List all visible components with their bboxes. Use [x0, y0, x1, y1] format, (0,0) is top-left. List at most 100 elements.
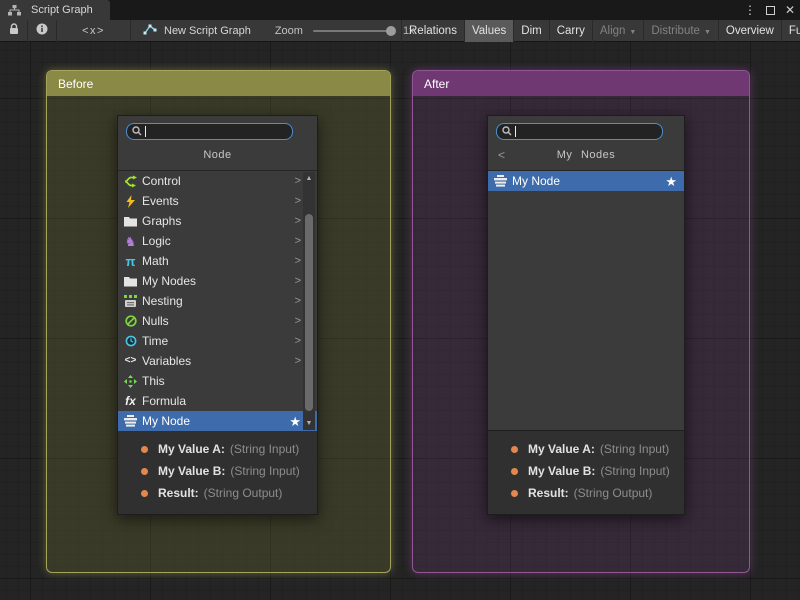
port-label: Result: — [158, 486, 199, 500]
new-script-graph-label: New Script Graph — [164, 25, 251, 37]
more-menu-icon[interactable]: ⋮ — [744, 4, 756, 16]
close-icon[interactable]: ✕ — [785, 4, 795, 16]
port-type: (String Input) — [230, 442, 299, 456]
list-item[interactable]: This — [118, 371, 317, 391]
toolbar-toggle-carry[interactable]: Carry — [549, 20, 592, 42]
chevron-right-icon: > — [295, 235, 301, 247]
graph-canvas[interactable]: Before After Node — [0, 42, 800, 600]
search-field[interactable] — [126, 123, 293, 140]
nulls-icon — [123, 314, 138, 328]
zoom-label: Zoom — [275, 25, 303, 37]
zoom-slider-knob[interactable] — [386, 26, 396, 36]
favorite-star-icon[interactable]: ★ — [289, 415, 301, 428]
list-item-label: Time — [142, 334, 295, 348]
lock-icon — [9, 22, 19, 40]
graph-hierarchy-icon — [7, 3, 22, 17]
list-item-label: My Node — [142, 414, 289, 428]
fuzzy-finder-after: < My Nodes My Node★ My Value A:(String I… — [487, 115, 685, 515]
port-row: My Value B:(String Input) — [488, 460, 684, 482]
group-after-header[interactable]: After — [413, 71, 749, 96]
finder-list: Control>Events>Graphs>♞Logic>πMath>My No… — [118, 170, 317, 430]
port-label: My Value A: — [158, 442, 225, 456]
list-item[interactable]: Nesting> — [118, 291, 317, 311]
list-item-label: Graphs — [142, 214, 295, 228]
group-before-header[interactable]: Before — [47, 71, 390, 96]
list-item-label: Nulls — [142, 314, 295, 328]
list-item[interactable]: Nulls> — [118, 311, 317, 331]
chevron-right-icon: > — [295, 255, 301, 267]
text-caret — [515, 126, 516, 137]
list-item[interactable]: My Node★ — [488, 171, 684, 191]
search-row — [118, 116, 317, 140]
toolbar-toggle-label: Dim — [521, 25, 541, 37]
list-item[interactable]: ♞Logic> — [118, 231, 317, 251]
logic-icon: ♞ — [123, 234, 138, 248]
new-script-graph-button[interactable]: New Script Graph — [131, 20, 263, 42]
list-item-label: This — [142, 374, 301, 388]
scroll-down-icon[interactable]: ▼ — [303, 420, 315, 427]
port-type: (String Input) — [600, 442, 669, 456]
scrollbar[interactable]: ▲ ▼ — [303, 172, 315, 430]
visual-scripting-window: Script Graph ⋮ ✕ <x> New Script Graph — [0, 0, 800, 600]
graph-toolbar: <x> New Script Graph Zoom 1x RelationsVa… — [0, 20, 800, 42]
toolbar-toggle-label: Relations — [409, 25, 457, 37]
chevron-right-icon: > — [295, 175, 301, 187]
list-item[interactable]: Control> — [118, 171, 317, 191]
chevron-right-icon: > — [295, 195, 301, 207]
chevron-right-icon: > — [295, 315, 301, 327]
toolbar-toggle-label: Carry — [557, 25, 585, 37]
toolbar-toggle-relations[interactable]: Relations — [401, 20, 464, 42]
maximize-icon[interactable] — [766, 6, 775, 15]
port-type: (String Output) — [204, 486, 283, 500]
toolbar-toggle-dim[interactable]: Dim — [513, 20, 548, 42]
toolbar-toggle-overview[interactable]: Overview — [718, 20, 781, 42]
lock-button[interactable] — [0, 20, 28, 42]
zoom-slider[interactable] — [313, 30, 393, 32]
code-preview-button[interactable]: <x> — [57, 20, 131, 42]
list-item-label: Variables — [142, 354, 295, 368]
toolbar-toggle-values[interactable]: Values — [464, 20, 513, 42]
port-row: My Value A: (String Input) — [118, 438, 317, 460]
list-item[interactable]: πMath> — [118, 251, 317, 271]
port-label: Result: — [528, 486, 569, 500]
nesting-icon — [123, 294, 138, 308]
tab-strip: Script Graph ⋮ ✕ — [0, 0, 800, 20]
mynode-icon — [493, 174, 508, 188]
search-input[interactable] — [149, 124, 287, 139]
scrollbar-thumb[interactable] — [305, 214, 313, 411]
list-item-label: Formula — [142, 394, 301, 408]
search-input[interactable] — [519, 124, 657, 139]
script-graph-icon — [143, 23, 158, 38]
chevron-right-icon: > — [295, 295, 301, 307]
list-item[interactable]: Graphs> — [118, 211, 317, 231]
list-item-label: Control — [142, 174, 295, 188]
chevron-down-icon: ▼ — [629, 27, 636, 36]
list-item[interactable]: My Node★ — [118, 411, 317, 431]
finder-header-title: My Nodes — [557, 149, 616, 161]
list-item[interactable]: Time> — [118, 331, 317, 351]
list-item[interactable]: My Nodes> — [118, 271, 317, 291]
toolbar-toggle-align: Align▼ — [592, 20, 644, 42]
text-caret — [145, 126, 146, 137]
port-dot-icon — [141, 468, 148, 475]
events-icon — [123, 194, 138, 208]
list-item-label: My Nodes — [142, 274, 295, 288]
info-button[interactable] — [28, 20, 57, 42]
list-item-label: Events — [142, 194, 295, 208]
list-item[interactable]: fxFormula — [118, 391, 317, 411]
toolbar-toggle-label: Full Screen — [789, 25, 800, 37]
favorite-star-icon[interactable]: ★ — [665, 175, 677, 188]
port-dot-icon — [511, 446, 518, 453]
node-ports-preview: My Value A:(String Input)My Value B:(Str… — [488, 430, 684, 514]
scroll-up-icon[interactable]: ▲ — [303, 175, 315, 182]
chevron-down-icon: ▼ — [704, 27, 711, 36]
search-field[interactable] — [496, 123, 663, 140]
port-dot-icon — [511, 468, 518, 475]
back-chevron-icon[interactable]: < — [498, 148, 506, 162]
finder-header: < My Nodes — [488, 140, 684, 170]
toolbar-toggle-full-screen[interactable]: Full Screen — [781, 20, 800, 42]
search-icon — [502, 123, 512, 141]
list-item[interactable]: <>Variables> — [118, 351, 317, 371]
list-item[interactable]: Events> — [118, 191, 317, 211]
tab-script-graph[interactable]: Script Graph — [0, 0, 110, 20]
